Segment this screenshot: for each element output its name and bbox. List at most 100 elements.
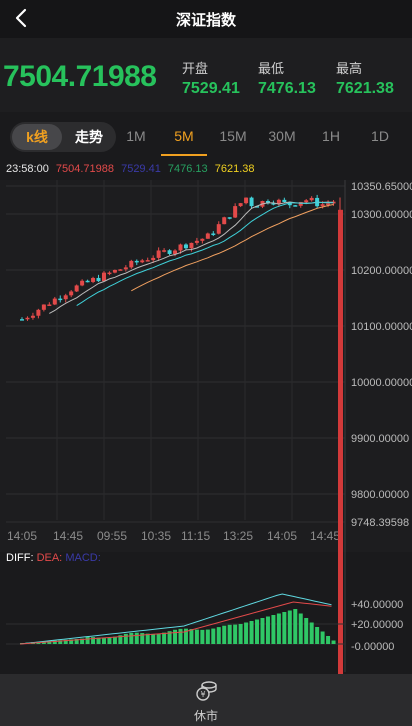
macd-bar bbox=[271, 615, 276, 644]
macd-bar bbox=[315, 627, 320, 644]
macd-tick-label: +40.00000 bbox=[351, 599, 403, 611]
candle-body bbox=[69, 291, 74, 296]
period-5m[interactable]: 5M bbox=[164, 128, 204, 144]
candle-body bbox=[52, 298, 57, 305]
tab-kline[interactable]: k线 bbox=[12, 124, 62, 150]
candle-body bbox=[112, 269, 117, 273]
macd-bar bbox=[320, 631, 325, 644]
candle-body bbox=[129, 260, 134, 268]
kline-chart[interactable]: 10350.65000 10300.00000 10200.00000 10100.0… bbox=[0, 160, 412, 674]
high-stat: 最高 7621.38 bbox=[336, 58, 394, 98]
dea-label: DEA: bbox=[36, 552, 63, 564]
y-tick-label: 10000.00000 bbox=[351, 377, 412, 389]
page-title: 深证指数 bbox=[175, 12, 236, 29]
x-tick-label: 10:35 bbox=[141, 529, 171, 543]
candle-body bbox=[123, 267, 128, 270]
macd-bar bbox=[265, 616, 270, 644]
macd-bar bbox=[244, 622, 249, 644]
market-status-bar: ¥ 休市 bbox=[0, 674, 412, 726]
candle-body bbox=[216, 224, 221, 234]
x-tick-label: 14:45 bbox=[310, 529, 340, 543]
macd-bar bbox=[189, 629, 194, 644]
candle-body bbox=[91, 277, 96, 282]
y-tick-label: 10200.00000 bbox=[351, 265, 412, 277]
candle-body bbox=[134, 260, 139, 263]
candle-body bbox=[140, 260, 145, 263]
macd-bar bbox=[249, 621, 254, 644]
period-1m[interactable]: 1M bbox=[116, 128, 156, 144]
low-value: 7476.13 bbox=[258, 80, 316, 97]
active-period-indicator bbox=[161, 154, 207, 156]
candle-body bbox=[118, 269, 123, 271]
period-1h[interactable]: 1H bbox=[311, 128, 351, 144]
candle-body bbox=[156, 250, 161, 258]
macd-bar bbox=[238, 624, 243, 644]
macd-bar bbox=[233, 624, 238, 644]
candle-body bbox=[101, 272, 106, 282]
candle-body bbox=[320, 204, 325, 207]
y-tick-label: 9748.39598 bbox=[351, 517, 409, 529]
candle-body bbox=[162, 250, 167, 252]
macd-bar bbox=[293, 609, 298, 644]
macd-bar bbox=[255, 619, 260, 644]
info-ma2: 7476.13 bbox=[167, 163, 208, 175]
open-label: 开盘 bbox=[182, 61, 209, 76]
candle-body bbox=[309, 197, 314, 201]
open-stat: 开盘 7529.41 bbox=[182, 58, 240, 98]
candle-body bbox=[178, 244, 183, 251]
period-15m[interactable]: 15M bbox=[213, 128, 253, 144]
current-price: 7504.71988 bbox=[3, 60, 157, 93]
candle-body bbox=[167, 250, 172, 254]
info-price: 7504.71988 bbox=[55, 163, 115, 175]
candle-body bbox=[107, 272, 112, 275]
candle-body bbox=[47, 304, 52, 306]
candle-body bbox=[222, 217, 227, 225]
ohlc-info-bar: 23:58:00 7504.71988 7529.41 7476.13 7621… bbox=[6, 163, 259, 175]
macd-bar bbox=[260, 618, 265, 644]
info-ma3: 7621.38 bbox=[214, 163, 255, 175]
macd-bar bbox=[151, 633, 156, 644]
diff-label: DIFF: bbox=[6, 552, 34, 564]
quote-panel: 7504.71988 开盘 7529.41 最低 7476.13 最高 7621… bbox=[0, 38, 412, 112]
x-tick-label: 14:05 bbox=[7, 529, 37, 543]
macd-bar bbox=[107, 637, 112, 644]
candle-body bbox=[41, 304, 46, 310]
candle-body bbox=[173, 250, 178, 254]
macd-bar bbox=[134, 632, 139, 644]
macd-bar bbox=[101, 637, 106, 644]
macd-bar bbox=[216, 627, 221, 644]
low-stat: 最低 7476.13 bbox=[258, 58, 316, 98]
y-tick-label: 10100.00000 bbox=[351, 321, 412, 333]
macd-bar bbox=[194, 629, 199, 644]
period-30m[interactable]: 30M bbox=[262, 128, 302, 144]
candle-body bbox=[183, 244, 188, 249]
macd-bar bbox=[205, 629, 210, 644]
macd-bar bbox=[282, 612, 287, 644]
candle-body bbox=[189, 242, 194, 249]
macd-bar bbox=[85, 636, 90, 644]
macd-tick-label: -0.00000 bbox=[351, 641, 394, 653]
macd-bar bbox=[326, 636, 331, 644]
macd-bar bbox=[123, 633, 128, 644]
candle-body bbox=[227, 217, 232, 219]
candle-body bbox=[63, 295, 68, 300]
candle-body bbox=[282, 199, 287, 203]
candle-body bbox=[80, 280, 85, 286]
period-1d[interactable]: 1D bbox=[360, 128, 400, 144]
y-tick-label: 10300.00000 bbox=[351, 209, 412, 221]
candle-body bbox=[85, 280, 90, 283]
candle-body bbox=[244, 197, 249, 204]
app-header: 深证指数 bbox=[0, 0, 412, 38]
tab-trend[interactable]: 走势 bbox=[64, 124, 114, 150]
macd-bar bbox=[173, 629, 178, 644]
market-closed-label: 休市 bbox=[193, 709, 218, 723]
info-time: 23:58:00 bbox=[6, 163, 49, 175]
candle-body bbox=[293, 205, 298, 207]
macd-tick-label: +20.00000 bbox=[351, 619, 403, 631]
x-tick-label: 13:25 bbox=[223, 529, 253, 543]
macd-bar bbox=[227, 624, 232, 644]
macd-bar bbox=[287, 610, 292, 644]
candle-body bbox=[233, 206, 238, 218]
candle-body bbox=[211, 233, 216, 235]
coins-icon: ¥ bbox=[196, 681, 217, 701]
